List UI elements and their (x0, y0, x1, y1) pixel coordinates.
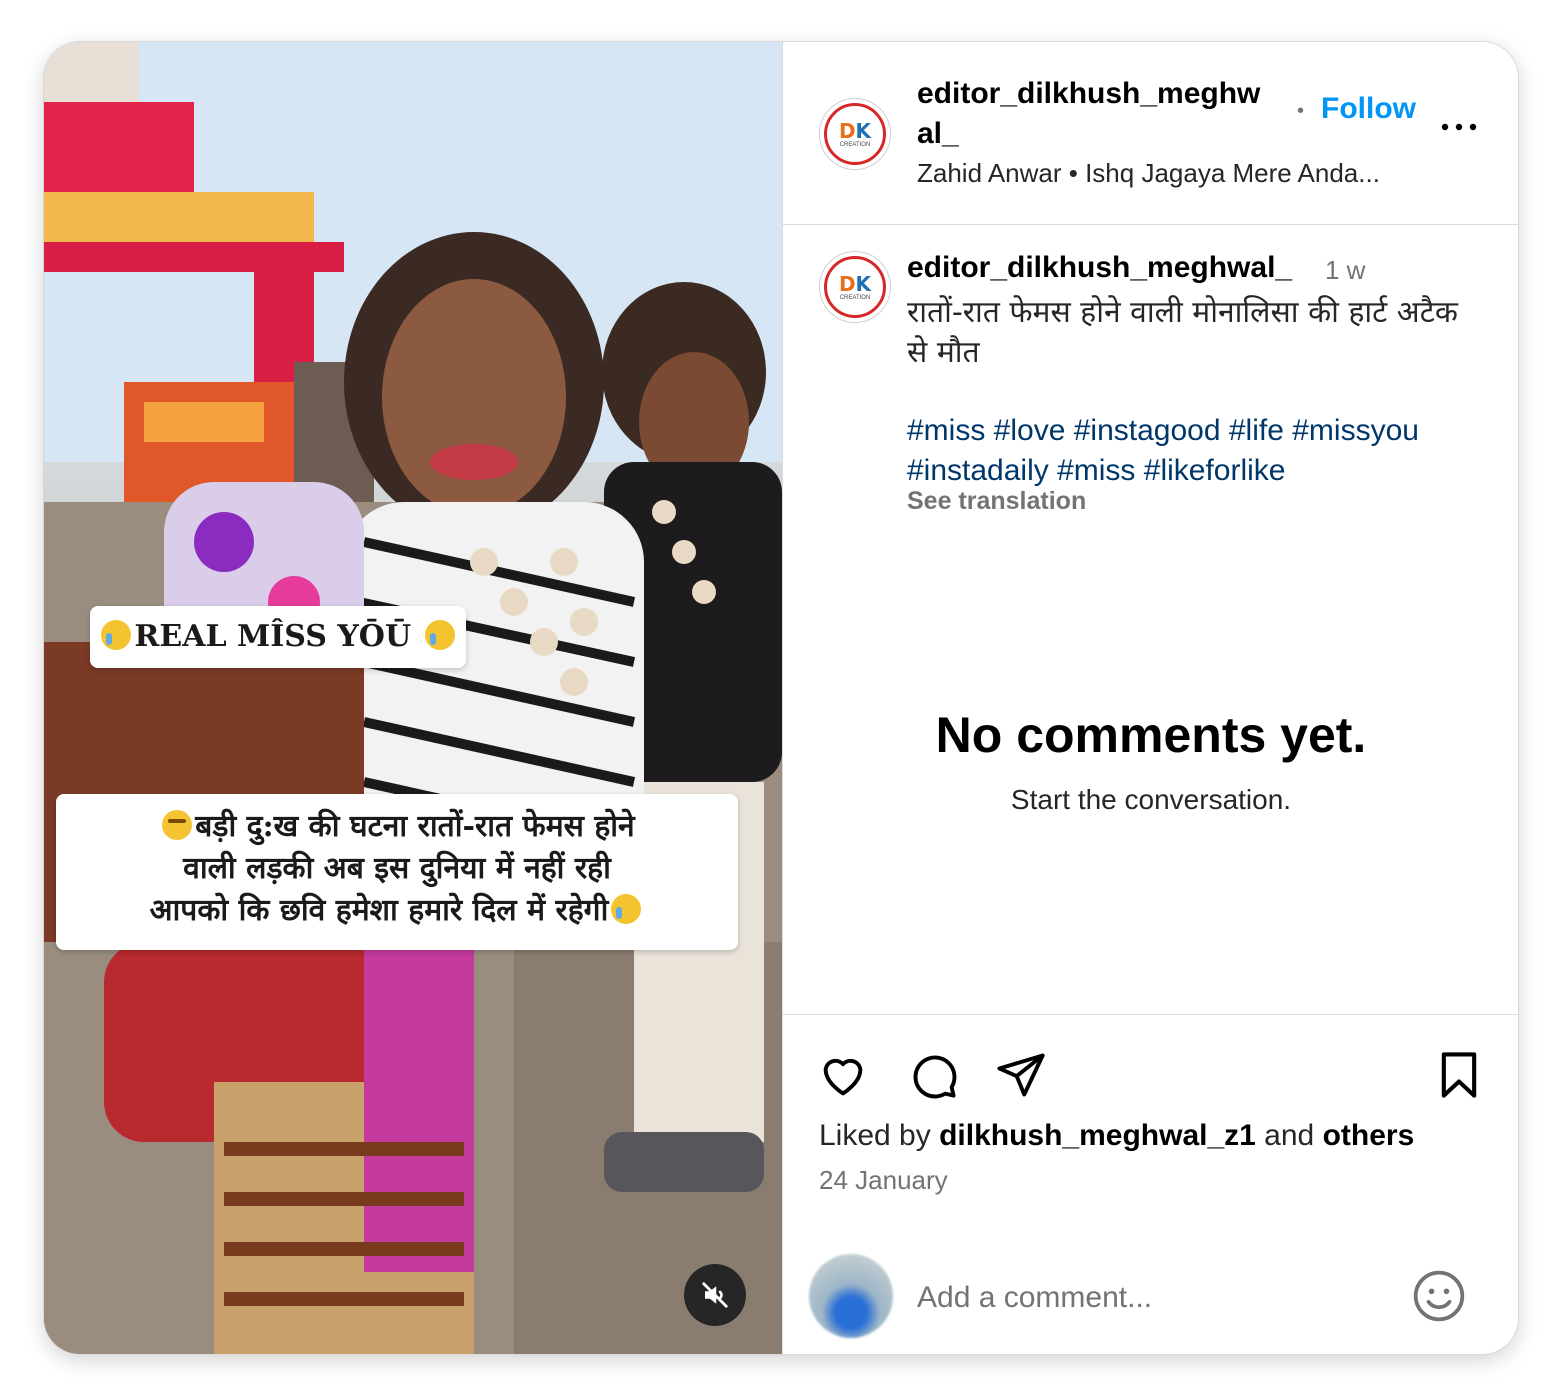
avatar-logo: DK CREATION (824, 103, 886, 165)
overlay-caption-2-line: वाली लड़की अब इस दुनिया में नहीं रही (56, 848, 738, 890)
overlay-caption-2-line: बड़ी दु:ख की घटना रातों-रात फेमस होने (56, 806, 738, 848)
avatar-logo-text: DK (839, 121, 871, 141)
author-username[interactable]: editor_dilkhush_meghwal_ (917, 74, 1277, 154)
post-dialog: REAL MÎSS YŌŪ बड़ी दु:ख की घटना रातों-रा… (44, 42, 1518, 1354)
comment-composer (783, 1250, 1518, 1354)
see-translation-link[interactable]: See translation (907, 487, 1086, 516)
overlay-line-text: बड़ी दु:ख की घटना रातों-रात फेमस होने (195, 809, 635, 844)
likes-user-link[interactable]: dilkhush_meghwal_z1 (939, 1119, 1256, 1152)
separator-dot: • (1297, 100, 1305, 122)
post-date[interactable]: 24 January (819, 1165, 948, 1196)
speaker-muted-icon (702, 1282, 728, 1308)
crying-emoji-icon (101, 620, 132, 650)
overlay-line-text: आपको कि छवि हमेशा हमारे दिल में रहेगी (149, 893, 609, 928)
overlay-caption-2-line: आपको कि छवि हमेशा हमारे दिल में रहेगी (56, 890, 738, 932)
post-header: DK CREATION editor_dilkhush_meghwal_ • F… (783, 42, 1518, 225)
overlay-caption-1-text: REAL MÎSS YŌŪ (134, 619, 412, 654)
likes-summary[interactable]: Liked by dilkhush_meghwal_z1 and others (819, 1119, 1414, 1153)
author-avatar[interactable]: DK CREATION (819, 98, 891, 170)
video-frame (44, 42, 782, 1354)
smiley-icon[interactable] (1411, 1268, 1467, 1324)
avatar-logo-subtitle: CREATION (839, 141, 871, 148)
caption-username[interactable]: editor_dilkhush_meghwal_ (907, 251, 1292, 285)
likes-prefix: Liked by (819, 1119, 940, 1152)
mute-toggle-button[interactable] (684, 1264, 746, 1326)
overlay-caption-2: बड़ी दु:ख की घटना रातों-रात फेमस होने वा… (56, 794, 738, 950)
comment-icon[interactable] (907, 1049, 959, 1101)
overlay-caption-1: REAL MÎSS YŌŪ (90, 606, 466, 668)
crying-emoji-icon (611, 894, 642, 924)
likes-others-link[interactable]: others (1323, 1119, 1415, 1152)
paper-plane-icon[interactable] (995, 1049, 1047, 1101)
bookmark-icon[interactable] (1433, 1049, 1485, 1101)
video-player[interactable]: REAL MÎSS YŌŪ बड़ी दु:ख की घटना रातों-रा… (44, 42, 782, 1354)
post-side-panel: DK CREATION editor_dilkhush_meghwal_ • F… (782, 42, 1518, 1354)
likes-middle: and (1255, 1119, 1323, 1152)
sad-emoji-icon (162, 810, 193, 840)
heart-icon[interactable] (817, 1049, 869, 1101)
avatar-letter-d: D (838, 118, 856, 143)
overlay-line-text: वाली लड़की अब इस दुनिया में नहीं रही (183, 851, 611, 886)
caption-hashtags[interactable]: #miss #love #instagood #life #missyou #i… (907, 411, 1487, 491)
avatar-letter-d: D (838, 271, 856, 296)
avatar-logo-text: DK (839, 274, 871, 294)
more-icon[interactable] (1439, 112, 1479, 142)
avatar-letter-k: K (855, 271, 872, 296)
caption-author-avatar[interactable]: DK CREATION (819, 251, 891, 323)
avatar-logo: DK CREATION (824, 256, 886, 318)
avatar-letter-k: K (855, 118, 872, 143)
current-user-avatar (809, 1254, 893, 1338)
post-actions: Liked by dilkhush_meghwal_z1 and others … (783, 1014, 1518, 1251)
comment-input[interactable] (915, 1274, 1399, 1322)
caption-text: रातों-रात फेमस होने वाली मोनालिसा की हार… (907, 295, 1458, 370)
caption-timestamp[interactable]: 1 w (1325, 255, 1365, 286)
avatar-logo-subtitle: CREATION (839, 294, 871, 301)
follow-button[interactable]: Follow (1321, 92, 1416, 126)
no-comments-subtitle: Start the conversation. (1010, 784, 1292, 815)
audio-attribution[interactable]: Zahid Anwar • Ishq Jagaya Mere Anda... (917, 158, 1380, 189)
crying-emoji-icon (424, 620, 455, 650)
no-comments-title: No comments yet. (935, 707, 1367, 763)
